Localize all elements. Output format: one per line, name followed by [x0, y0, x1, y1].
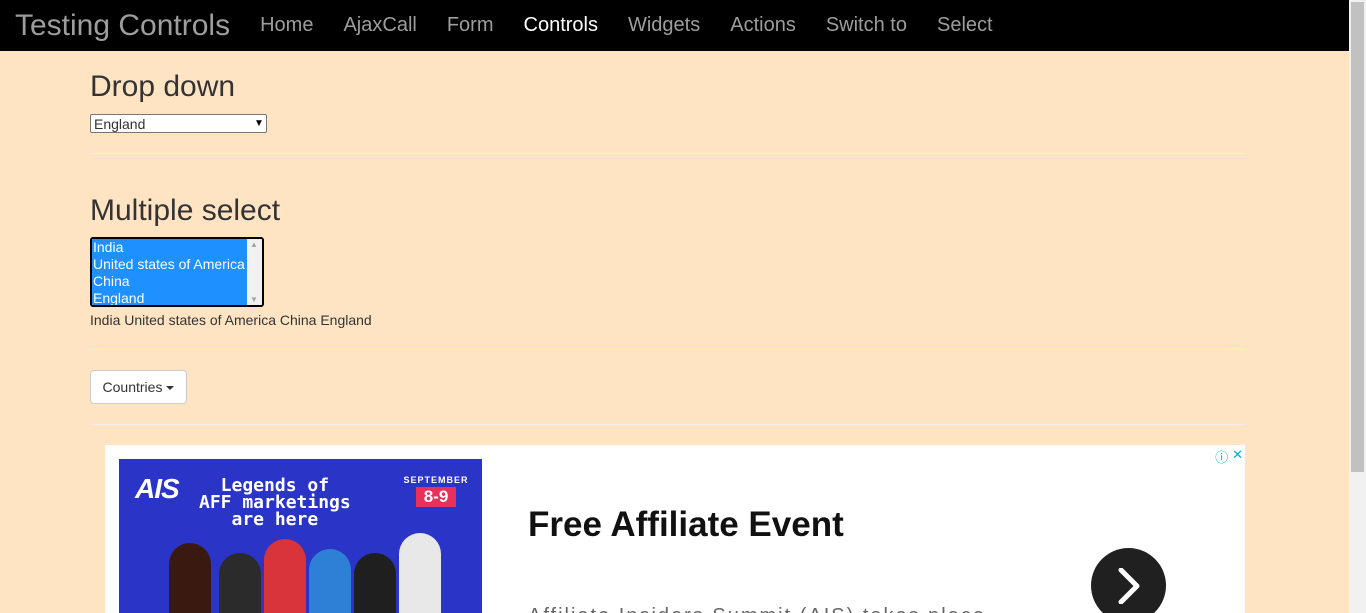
multiselect-heading: Multiple select [90, 194, 281, 227]
countries-dropdown-button[interactable]: Countries [90, 370, 187, 404]
ad-title[interactable]: Free Affiliate Event [528, 505, 844, 545]
ad-close-icon[interactable]: ✕ [1232, 447, 1243, 466]
nav-widgets[interactable]: Widgets [613, 0, 715, 51]
adchoices-info-icon[interactable]: ⓘ [1215, 447, 1228, 466]
divider [90, 424, 1246, 425]
ad-banner-image[interactable]: AIS Legends of AFF marketings are here S… [119, 459, 482, 613]
multiple-select[interactable]: India United states of America China Eng… [90, 237, 264, 307]
ad-date-badge: SEPTEMBER 8-9 [401, 475, 471, 515]
multiple-select-scrollbar[interactable]: ▲ ▼ [247, 239, 262, 305]
speaker-figure [399, 533, 441, 613]
ad-next-button[interactable] [1091, 548, 1166, 613]
scroll-up-icon[interactable]: ▲ [250, 240, 258, 249]
caret-down-icon [166, 386, 175, 390]
nav-actions[interactable]: Actions [715, 0, 811, 51]
nav-select[interactable]: Select [922, 0, 1008, 51]
scroll-down-icon[interactable]: ▼ [250, 295, 258, 304]
nav-menu: Home AjaxCall Form Controls Widgets Acti… [245, 0, 1007, 51]
divider [90, 349, 1246, 350]
multi-option-usa[interactable]: United states of America [92, 256, 247, 273]
country-dropdown-value: England [94, 115, 146, 132]
multi-option-england[interactable]: England [92, 290, 247, 305]
advertisement[interactable]: ⓘ ✕ AIS Legends of AFF marketings are he… [105, 445, 1245, 613]
nav-switch-to[interactable]: Switch to [811, 0, 922, 51]
chevron-right-icon [1118, 568, 1140, 604]
multiple-select-options: India United states of America China Eng… [92, 239, 247, 305]
ad-banner-headline: Legends of AFF marketings are here [199, 477, 351, 530]
dropdown-heading: Drop down [90, 70, 236, 103]
page-scrollbar-thumb[interactable] [1351, 2, 1364, 472]
country-dropdown[interactable]: England ▼ [90, 114, 267, 133]
ad-speakers-illustration [159, 529, 459, 613]
nav-ajaxcall[interactable]: AjaxCall [328, 0, 431, 51]
multi-selected-output: India United states of America China Eng… [90, 312, 372, 328]
countries-button-label: Countries [102, 379, 163, 395]
multi-option-china[interactable]: China [92, 273, 247, 290]
multi-option-india[interactable]: India [92, 239, 247, 256]
ad-subtitle: Affiliate Insiders Summit (AIS) takes pl… [528, 605, 986, 613]
navbar: Testing Controls Home AjaxCall Form Cont… [0, 0, 1349, 51]
speaker-figure [169, 543, 211, 613]
speaker-figure [309, 549, 351, 613]
nav-form[interactable]: Form [432, 0, 509, 51]
chevron-down-icon: ▼ [254, 118, 264, 129]
nav-home[interactable]: Home [245, 0, 328, 51]
navbar-brand[interactable]: Testing Controls [15, 0, 230, 51]
ad-badges: ⓘ ✕ [1215, 447, 1243, 466]
ad-date-days: 8-9 [415, 487, 457, 507]
speaker-figure [219, 553, 261, 613]
speaker-figure [354, 553, 396, 613]
ad-logo: AIS [135, 473, 180, 504]
page-scrollbar[interactable] [1349, 0, 1366, 613]
ad-banner-line: are here [231, 509, 319, 530]
divider [90, 153, 1246, 154]
ad-date-month: SEPTEMBER [403, 475, 469, 485]
speaker-figure [264, 539, 306, 613]
nav-controls[interactable]: Controls [509, 0, 613, 51]
